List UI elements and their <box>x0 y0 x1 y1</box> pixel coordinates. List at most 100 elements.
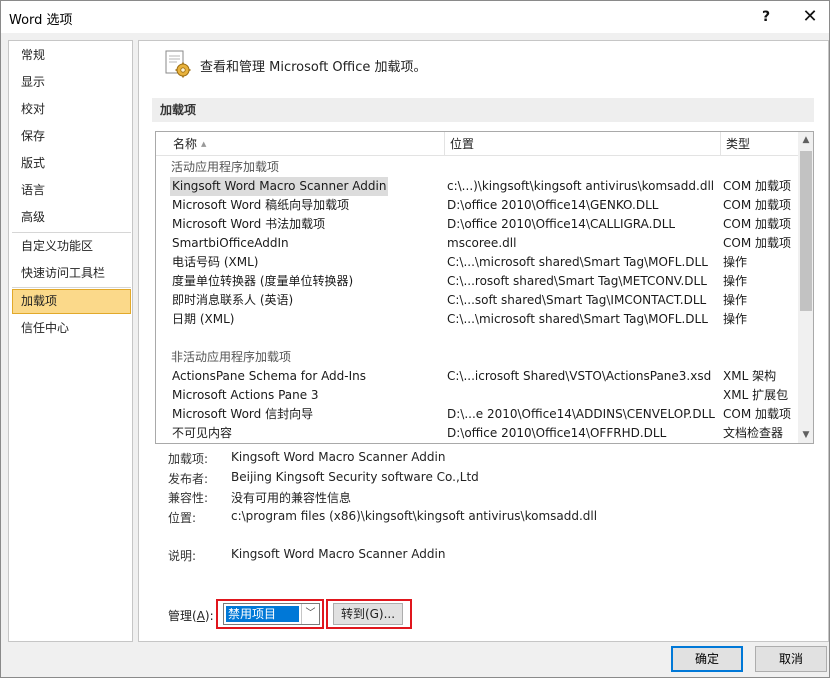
scroll-up-arrow-icon[interactable]: ▲ <box>798 132 813 148</box>
cell-type: COM 加载项 <box>723 198 791 212</box>
cell-name: Microsoft Word 稿纸向导加载项 <box>172 198 350 212</box>
cell-location: D:\office 2010\Office14\CALLIGRA.DLL <box>447 217 676 231</box>
cell-type: 文档检查器 <box>723 426 784 440</box>
table-row[interactable]: 不可见内容 D:\office 2010\Office14\OFFRHD.DLL… <box>156 424 798 443</box>
nav-item-language[interactable]: 语言 <box>12 178 131 203</box>
detail-label-description: 说明: <box>168 549 197 563</box>
nav-item-save[interactable]: 保存 <box>12 124 131 149</box>
scroll-down-arrow-icon[interactable]: ▼ <box>798 427 813 443</box>
manage-dropdown-value: 禁用项目 <box>226 606 299 622</box>
cell-type: COM 加载项 <box>723 217 791 231</box>
cell-name: 即时消息联系人 (英语) <box>172 293 294 307</box>
cell-type: 操作 <box>723 293 748 307</box>
group-header-inactive: 非活动应用程序加载项 <box>171 350 292 364</box>
help-button[interactable]: ? <box>753 6 779 28</box>
cell-name: 日期 (XML) <box>172 312 235 326</box>
cell-name: SmartbiOfficeAddIn <box>172 236 289 250</box>
table-row[interactable]: Microsoft Word 信封向导 D:\...e 2010\Office1… <box>156 405 798 424</box>
cell-location: C:\...icrosoft Shared\VSTO\ActionsPane3.… <box>447 369 712 383</box>
nav-item-trust-center[interactable]: 信任中心 <box>12 316 131 341</box>
addins-list[interactable]: 名称 ▲ 位置 类型 活动应用程序加载项 Kingsoft Word Macro … <box>155 131 814 444</box>
table-row[interactable]: 即时消息联系人 (英语) C:\...soft shared\Smart Tag… <box>156 291 798 310</box>
cell-location: C:\...\microsoft shared\Smart Tag\MOFL.D… <box>447 312 708 326</box>
table-row[interactable]: 度量单位转换器 (度量单位转换器) C:\...rosoft shared\Sm… <box>156 272 798 291</box>
table-row[interactable]: Microsoft Word 书法加载项 D:\office 2010\Offi… <box>156 215 798 234</box>
cell-type: 操作 <box>723 274 748 288</box>
table-row[interactable]: 日期 (XML) C:\...\microsoft shared\Smart T… <box>156 310 798 329</box>
cell-type: XML 架构 <box>723 369 777 383</box>
group-header-active: 活动应用程序加载项 <box>171 160 280 174</box>
nav-item-addins[interactable]: 加载项 <box>12 289 131 314</box>
nav-item-advanced[interactable]: 高级 <box>12 205 131 230</box>
cell-name: Microsoft Word 信封向导 <box>172 407 314 421</box>
addins-section-title: 加载项 <box>152 98 814 122</box>
column-header-name[interactable]: 名称 ▲ <box>168 132 444 156</box>
sort-asc-icon: ▲ <box>201 140 207 148</box>
close-button[interactable]: ✕ <box>797 6 823 28</box>
nav-item-layout[interactable]: 版式 <box>12 151 131 176</box>
cell-location: D:\office 2010\Office14\GENKO.DLL <box>447 198 659 212</box>
cancel-button[interactable]: 取消 <box>755 646 827 672</box>
manage-row: 管理(A): 禁用项目 ﹀ 转到(G)... <box>168 599 808 630</box>
table-row[interactable]: ActionsPane Schema for Add-Ins C:\...icr… <box>156 367 798 386</box>
ok-button[interactable]: 确定 <box>671 646 743 672</box>
nav-item-customize-ribbon[interactable]: 自定义功能区 <box>12 234 131 259</box>
column-header-type[interactable]: 类型 <box>721 132 798 156</box>
title-bar: Word 选项 ? ✕ <box>1 1 829 33</box>
cell-location: D:\office 2010\Office14\OFFRHD.DLL <box>447 426 667 440</box>
nav-item-display[interactable]: 显示 <box>12 70 131 95</box>
cell-type: COM 加载项 <box>723 407 791 421</box>
addins-panel: 查看和管理 Microsoft Office 加载项。 加载项 名称 ▲ 位置 类… <box>138 40 829 642</box>
detail-label-publisher: 发布者: <box>168 472 209 486</box>
detail-value-publisher: Beijing Kingsoft Security software Co.,L… <box>231 470 479 484</box>
detail-value-description: Kingsoft Word Macro Scanner Addin <box>231 547 446 561</box>
cell-location: D:\...e 2010\Office14\ADDINS\CENVELOP.DL… <box>447 407 715 421</box>
table-row[interactable]: Kingsoft Word Macro Scanner Addin c:\...… <box>156 177 798 196</box>
cell-name: ActionsPane Schema for Add-Ins <box>172 369 367 383</box>
cell-location <box>447 386 719 405</box>
chevron-down-icon[interactable]: ﹀ <box>301 604 319 624</box>
options-nav: 常规 显示 校对 保存 版式 语言 高级 自定义功能区 快速访问工具栏 加载项 … <box>8 40 133 642</box>
detail-label-addin: 加载项: <box>168 452 209 466</box>
nav-divider <box>12 232 131 233</box>
detail-label-compatibility: 兼容性: <box>168 491 209 505</box>
table-row[interactable]: Microsoft Actions Pane 3 XML 扩展包 <box>156 386 798 405</box>
nav-divider <box>12 287 131 288</box>
panel-heading: 查看和管理 Microsoft Office 加载项。 <box>200 60 427 75</box>
addins-list-header: 名称 ▲ 位置 类型 <box>156 132 798 156</box>
addins-gear-icon <box>165 50 191 78</box>
scrollbar-thumb[interactable] <box>800 151 812 311</box>
nav-item-proofing[interactable]: 校对 <box>12 97 131 122</box>
table-row[interactable]: 电话号码 (XML) C:\...\microsoft shared\Smart… <box>156 253 798 272</box>
nav-item-general[interactable]: 常规 <box>12 43 131 68</box>
cell-name: 电话号码 (XML) <box>172 255 259 269</box>
detail-value-compatibility: 没有可用的兼容性信息 <box>231 491 352 505</box>
nav-item-quick-access-toolbar[interactable]: 快速访问工具栏 <box>12 261 131 286</box>
column-header-location[interactable]: 位置 <box>445 132 720 156</box>
goto-button[interactable]: 转到(G)... <box>333 603 403 625</box>
cell-type: XML 扩展包 <box>723 388 789 402</box>
manage-dropdown[interactable]: 禁用项目 ﹀ <box>223 603 320 625</box>
table-row[interactable]: SmartbiOfficeAddIn mscoree.dll COM 加载项 <box>156 234 798 253</box>
dialog-title: Word 选项 <box>9 13 73 28</box>
manage-label: 管理(A): <box>168 609 214 623</box>
detail-value-addin: Kingsoft Word Macro Scanner Addin <box>231 450 446 464</box>
cell-location: C:\...soft shared\Smart Tag\IMCONTACT.DL… <box>447 293 707 307</box>
table-row[interactable]: Microsoft Word 稿纸向导加载项 D:\office 2010\Of… <box>156 196 798 215</box>
cell-location: c:\...)\kingsoft\kingsoft antivirus\koms… <box>447 179 715 193</box>
cell-type: COM 加载项 <box>723 179 791 193</box>
list-scrollbar[interactable]: ▲ ▼ <box>798 132 813 443</box>
cell-location: C:\...rosoft shared\Smart Tag\METCONV.DL… <box>447 274 707 288</box>
cell-type: 操作 <box>723 255 748 269</box>
cell-name: Kingsoft Word Macro Scanner Addin <box>170 177 388 196</box>
cell-name: 度量单位转换器 (度量单位转换器) <box>172 274 354 288</box>
detail-value-location: c:\program files (x86)\kingsoft\kingsoft… <box>231 509 598 523</box>
cell-name: 不可见内容 <box>172 426 233 440</box>
cell-type: 操作 <box>723 312 748 326</box>
cell-name: Microsoft Word 书法加载项 <box>172 217 326 231</box>
cell-name: Microsoft Actions Pane 3 <box>172 388 319 402</box>
word-options-dialog: Word 选项 ? ✕ 常规 显示 校对 保存 版式 语言 高级 自定义功能区 … <box>0 0 830 678</box>
detail-label-location: 位置: <box>168 511 197 525</box>
cell-location: C:\...\microsoft shared\Smart Tag\MOFL.D… <box>447 255 708 269</box>
cell-type: COM 加载项 <box>723 236 791 250</box>
